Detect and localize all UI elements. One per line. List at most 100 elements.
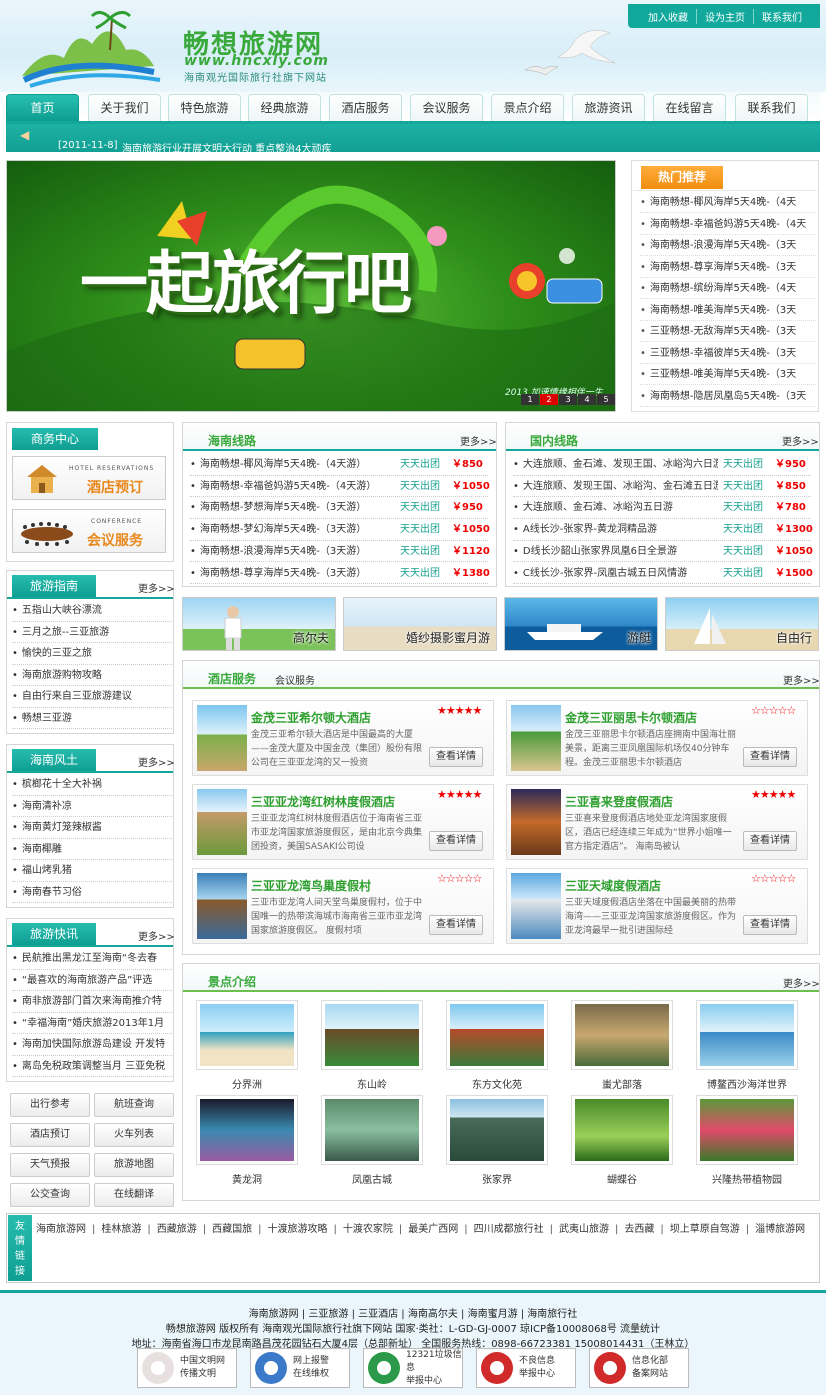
hotel-card[interactable]: 三亚亚龙湾鸟巢度假村 ☆☆☆☆☆ 三亚市亚龙湾人间天堂鸟巢度假村，位于中国唯一的热带…	[192, 868, 494, 944]
bus-search-button[interactable]: 公交查询	[10, 1183, 90, 1207]
scenic-spot-name[interactable]: 张家界	[444, 1171, 550, 1186]
flight-search-button[interactable]: 航班查询	[94, 1093, 174, 1117]
hotel-name[interactable]: 三亚天域度假酒店	[565, 877, 661, 894]
scenic-spot-photo[interactable]	[196, 1095, 298, 1165]
footer-badge[interactable]: 网上报警 在线维权	[250, 1348, 350, 1388]
hotel-card[interactable]: 三亚喜来登度假酒店 ★★★★★ 三亚喜来登度假酒店地处亚龙湾国家度假区，酒店已经连续…	[506, 784, 808, 860]
scenic-spot-name[interactable]: 分界洲	[194, 1076, 300, 1091]
route-name[interactable]: A线长沙-张家界-黄龙洞精品游	[513, 519, 718, 540]
hot-item[interactable]: 海南畅想-幸福爸妈游5天4晚-（4天	[640, 214, 816, 235]
hotel-card[interactable]: 三亚亚龙湾红树林度假酒店 ★★★★★ 三亚亚龙湾红树林度假酒店位于海南省三亚市亚龙湾…	[192, 784, 494, 860]
nav-attractions[interactable]: 景点介绍	[491, 94, 564, 121]
nav-hotel-service[interactable]: 酒店服务	[329, 94, 402, 121]
banner-page-4[interactable]: 4	[578, 394, 596, 405]
route-row[interactable]: 海南畅想-浪漫海岸5天4晚-（3天游） 天天出团 ￥1120	[190, 541, 490, 563]
hotel-name[interactable]: 金茂三亚希尔顿大酒店	[251, 709, 371, 726]
customs-item[interactable]: 槟榔花十全大补祸	[12, 774, 172, 796]
footer-badge[interactable]: 12321垃圾信息 举报中心	[363, 1348, 463, 1388]
flash-item[interactable]: “最喜欢的海南旅游产品”评选	[12, 970, 172, 991]
domestic-routes-more[interactable]: 更多>>	[782, 433, 819, 448]
scenic-spot-photo[interactable]	[446, 1095, 548, 1165]
hotel-card[interactable]: 金茂三亚丽思卡尔顿酒店 ☆☆☆☆☆ 金茂三亚丽思卡尔顿酒店座拥南中国海壮丽美景，距离…	[506, 700, 808, 776]
nav-about[interactable]: 关于我们	[88, 94, 161, 121]
tab-conference-service[interactable]: 会议服务	[275, 672, 315, 687]
route-name[interactable]: 海南畅想-幸福爸妈游5天4晚-（4天游）	[190, 476, 395, 497]
scenic-spot-name[interactable]: 蚩尤部落	[569, 1076, 675, 1091]
hot-item[interactable]: 海南畅想-唯美海岸5天4晚-（3天	[640, 300, 816, 321]
view-details-button[interactable]: 查看详情	[429, 747, 483, 767]
customs-item[interactable]: 福山烤乳猪	[12, 860, 172, 882]
yacht-tile[interactable]: 游艇	[504, 597, 658, 651]
weather-button[interactable]: 天气预报	[10, 1153, 90, 1177]
guide-item[interactable]: 愉快的三亚之旅	[12, 643, 172, 665]
friend-link[interactable]: 海南旅游网	[36, 1224, 86, 1235]
scenic-spot-photo[interactable]	[696, 1095, 798, 1165]
view-details-button[interactable]: 查看详情	[743, 915, 797, 935]
customs-item[interactable]: 海南黄灯笼辣椒酱	[12, 817, 172, 839]
golf-tile[interactable]: 高尔夫	[182, 597, 336, 651]
nav-conference-service[interactable]: 会议服务	[410, 94, 483, 121]
hotel-services-more[interactable]: 更多>>	[783, 672, 820, 687]
scenic-spot-name[interactable]: 兴隆热带植物园	[694, 1171, 800, 1186]
flash-item[interactable]: 南非旅游部门首次来海南推介特	[12, 991, 172, 1013]
hotel-thumbnail[interactable]	[511, 873, 561, 939]
route-row[interactable]: A线长沙-张家界-黄龙洞精品游天天出团 ￥1300	[513, 519, 813, 541]
route-name[interactable]: C线长沙-张家界-凤凰古城五日风情游	[513, 563, 718, 584]
banner-page-5[interactable]: 5	[597, 394, 615, 405]
hotel-thumbnail[interactable]	[511, 705, 561, 771]
scenic-spot-photo[interactable]	[196, 1000, 298, 1070]
route-row[interactable]: 海南畅想-梦幻海岸5天4晚-（3天游） 天天出团 ￥1050	[190, 519, 490, 541]
tab-hotel-service[interactable]: 酒店服务	[208, 670, 256, 687]
customs-item[interactable]: 海南春节习俗	[12, 882, 172, 903]
scenic-spot-name[interactable]: 东山岭	[319, 1076, 425, 1091]
view-details-button[interactable]: 查看详情	[743, 747, 797, 767]
hotel-card[interactable]: 金茂三亚希尔顿大酒店 ★★★★★ 金茂三亚希尔顿大酒店是中国最高的大厦——金茂大厦及…	[192, 700, 494, 776]
travel-guide-more[interactable]: 更多>>	[138, 580, 175, 595]
scenic-spot-photo[interactable]	[321, 1095, 423, 1165]
banner-page-2[interactable]: 2	[540, 394, 558, 405]
hotel-name[interactable]: 三亚亚龙湾红树林度假酒店	[251, 793, 395, 810]
route-row[interactable]: 海南畅想-椰风海岸5天4晚-（4天游） 天天出团 ￥850	[190, 454, 488, 476]
hotel-card[interactable]: 三亚天域度假酒店 ☆☆☆☆☆ 三亚天域度假酒店坐落在中国最美丽的热带海湾——三亚亚龙…	[506, 868, 808, 944]
route-row[interactable]: 海南畅想-尊享海岸5天4晚-（3天游） 天天出团 ￥1380	[190, 563, 490, 584]
route-row[interactable]: 大连旅顺、发现王国、冰峪沟、金石滩五日游天天出团 ￥850	[513, 476, 811, 498]
route-row[interactable]: C线长沙-张家界-凤凰古城五日风情游天天出团 ￥1500	[513, 563, 813, 584]
flash-item[interactable]: “幸福海南”婚庆旅游2013年1月	[12, 1013, 172, 1034]
guide-item[interactable]: 五指山大峡谷漂流	[12, 600, 172, 622]
nav-featured-tours[interactable]: 特色旅游	[168, 94, 241, 121]
scenic-spot-photo[interactable]	[321, 1000, 423, 1070]
nav-travel-news[interactable]: 旅游资讯	[572, 94, 645, 121]
scenic-spot-photo[interactable]	[696, 1000, 798, 1070]
friend-link[interactable]: 桂林旅游	[101, 1224, 141, 1235]
hotel-reservation-promo[interactable]: HOTEL RESERVATIONS 酒店预订	[12, 456, 166, 500]
route-row[interactable]: 海南畅想-幸福爸妈游5天4晚-（4天游） 天天出团 ￥1050	[190, 476, 490, 498]
hot-item[interactable]: 海南畅想-椰风海岸5天4晚-（4天	[640, 192, 816, 213]
travel-flash-more[interactable]: 更多>>	[138, 928, 175, 943]
hot-item[interactable]: 三亚畅想-唯美海岸5天4晚-（3天	[640, 364, 816, 385]
customs-item[interactable]: 海南椰雕	[12, 839, 172, 860]
footer-badge[interactable]: 信息化部 备案网站	[589, 1348, 689, 1388]
friend-link[interactable]: 淄博旅游网	[755, 1224, 805, 1235]
guide-item[interactable]: 自由行来自三亚旅游建议	[12, 686, 172, 708]
hot-item[interactable]: 海南畅想-浪漫海岸5天4晚-（3天	[640, 235, 816, 256]
view-details-button[interactable]: 查看详情	[429, 831, 483, 851]
route-name[interactable]: D线长沙韶山张家界凤凰6日全景游	[513, 541, 718, 562]
friend-link[interactable]: 去西藏	[624, 1224, 654, 1235]
banner-page-1[interactable]: 1	[521, 394, 539, 405]
scenic-spot-photo[interactable]	[446, 1000, 548, 1070]
hotel-name[interactable]: 三亚喜来登度假酒店	[565, 793, 673, 810]
scenic-spots-more[interactable]: 更多>>	[783, 975, 820, 990]
independent-travel-tile[interactable]: 自由行	[665, 597, 819, 651]
route-row[interactable]: 海南畅想-梦想海岸5天4晚-（3天游） 天天出团 ￥950	[190, 497, 488, 519]
travel-map-button[interactable]: 旅游地图	[94, 1153, 174, 1177]
friend-link[interactable]: 武夷山旅游	[559, 1224, 609, 1235]
nav-classic-tours[interactable]: 经典旅游	[248, 94, 321, 121]
add-favorite-link[interactable]: 加入收藏	[640, 9, 696, 24]
travel-reference-button[interactable]: 出行参考	[10, 1093, 90, 1117]
hainan-routes-more[interactable]: 更多>>	[460, 433, 497, 448]
scenic-spot-name[interactable]: 博鳌西沙海洋世界	[694, 1076, 800, 1091]
hotel-booking-button[interactable]: 酒店预订	[10, 1123, 90, 1147]
guide-item[interactable]: 海南旅游购物攻略	[12, 665, 172, 686]
friend-link[interactable]: 最美广西网	[408, 1224, 458, 1235]
hotel-name[interactable]: 三亚亚龙湾鸟巢度假村	[251, 877, 371, 894]
